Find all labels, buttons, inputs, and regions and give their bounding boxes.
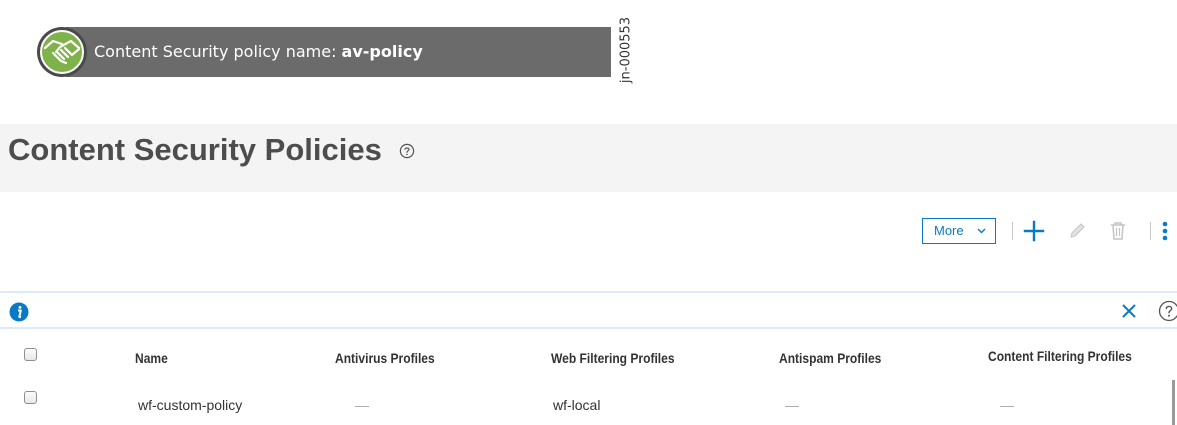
delete-icon[interactable] [1105,218,1131,244]
column-header-name[interactable]: Name [135,350,168,366]
more-vertical-icon[interactable] [1158,218,1172,244]
more-dropdown-button[interactable]: More [922,218,996,244]
policy-name-callout: Content Security policy name: av-policy [36,27,611,77]
select-all-checkbox[interactable] [24,348,37,361]
toolbar-separator [1012,222,1013,240]
help-icon[interactable] [1158,300,1177,322]
panel-divider [488,190,1177,192]
cell-content-filtering: — [1000,397,1014,413]
column-header-antivirus[interactable]: Antivirus Profiles [335,350,435,366]
document-id: jn-000553 [618,16,634,84]
handshake-icon [37,27,87,77]
column-header-antispam[interactable]: Antispam Profiles [779,350,881,366]
cell-web-filtering: wf-local [553,397,601,413]
edit-icon[interactable] [1064,218,1090,244]
cell-antispam: — [785,397,799,413]
cell-antivirus: — [355,397,369,413]
callout-text: Content Security policy name: av-policy [94,27,423,77]
question-circle-icon[interactable] [399,143,415,159]
column-header-content-filtering[interactable]: Content Filtering Profiles [988,348,1132,364]
more-button-label: More [934,223,964,238]
toolbar-separator [1150,222,1151,240]
page-title: Content Security Policies [8,132,382,167]
close-icon[interactable] [1120,302,1138,320]
callout-label: Content Security policy name: [94,42,342,61]
info-bar [0,291,1177,329]
scrollbar[interactable] [1172,380,1175,425]
row-checkbox[interactable] [24,391,37,404]
column-header-web-filtering[interactable]: Web Filtering Profiles [551,350,675,366]
info-icon [9,302,29,322]
chevron-down-icon [977,228,986,234]
cell-policy-name[interactable]: wf-custom-policy [138,397,242,413]
add-icon[interactable] [1021,218,1047,244]
callout-policy-value: av-policy [341,42,423,61]
